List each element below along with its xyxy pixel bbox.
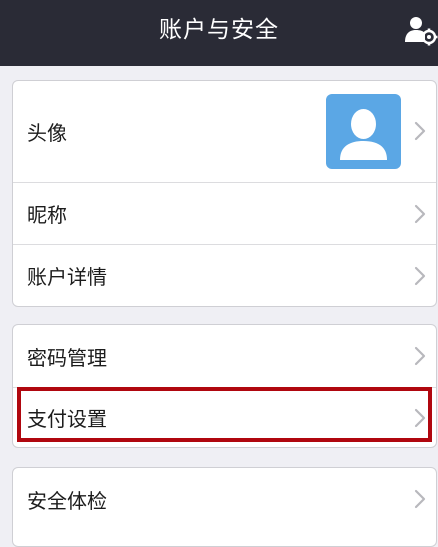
chevron-right-icon <box>414 204 426 224</box>
security-check-row[interactable]: 安全体检 <box>13 468 436 530</box>
chevron-right-icon <box>414 489 426 509</box>
payment-settings-label: 支付设置 <box>27 407 107 431</box>
security-section: 密码管理 支付设置 <box>12 324 437 448</box>
profile-section: 头像 昵称 账户详情 <box>12 80 437 307</box>
avatar-label: 头像 <box>27 121 67 145</box>
payment-settings-row[interactable]: 支付设置 <box>13 387 436 447</box>
chevron-right-icon <box>414 266 426 286</box>
password-management-label: 密码管理 <box>27 345 107 370</box>
chevron-right-icon <box>414 408 426 428</box>
nickname-row[interactable]: 昵称 <box>13 182 436 244</box>
default-avatar-icon <box>326 94 401 169</box>
chevron-right-icon <box>414 346 426 366</box>
account-details-label: 账户详情 <box>27 265 107 289</box>
avatar-row[interactable]: 头像 <box>13 81 436 182</box>
chevron-right-icon <box>414 121 426 141</box>
nav-bar: 账户与安全 <box>0 0 438 66</box>
security-check-section: 安全体检 <box>12 467 437 547</box>
nickname-label: 昵称 <box>27 203 67 227</box>
account-details-row[interactable]: 账户详情 <box>13 244 436 306</box>
password-management-row[interactable]: 密码管理 <box>13 325 436 387</box>
security-check-label: 安全体检 <box>27 488 107 513</box>
page-title: 账户与安全 <box>159 17 279 43</box>
user-settings-icon[interactable] <box>402 14 438 46</box>
